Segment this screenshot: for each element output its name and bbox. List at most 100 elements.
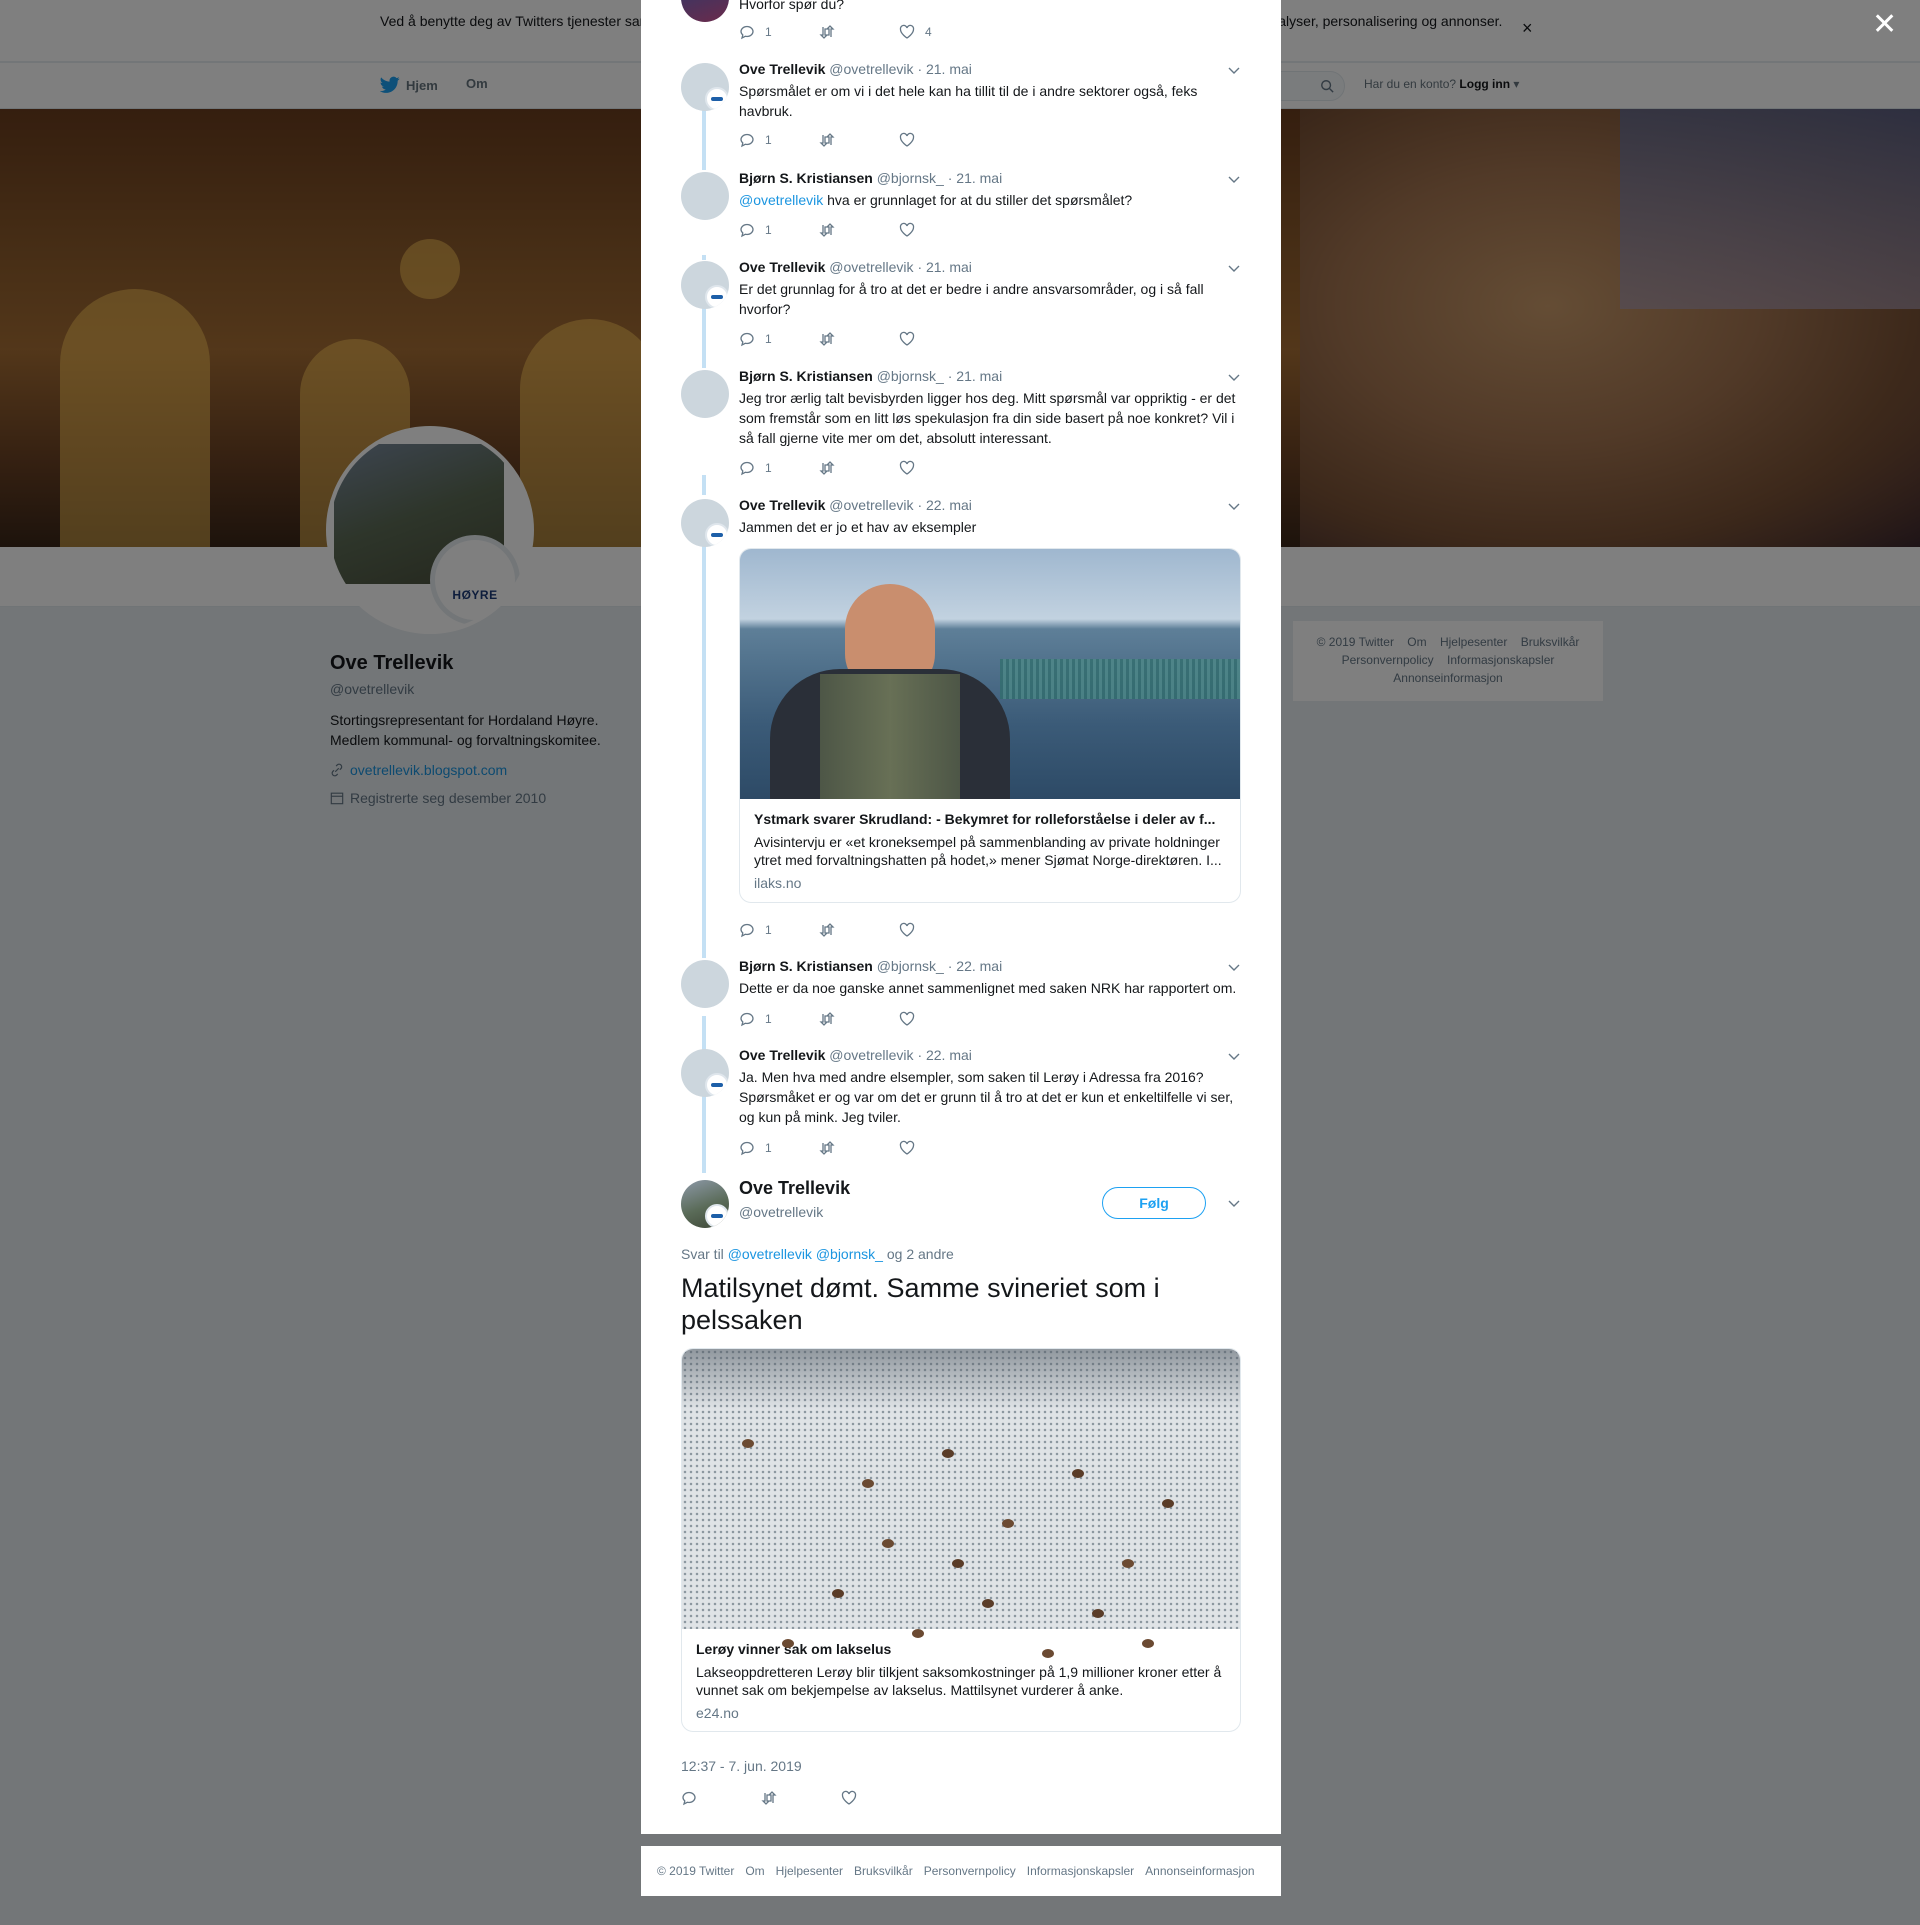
retweet-button[interactable] (819, 222, 899, 238)
like-button[interactable] (841, 1790, 921, 1806)
author-handle[interactable]: @ovetrellevik (829, 497, 913, 513)
retweet-button[interactable] (819, 460, 899, 476)
tweet-date[interactable]: · 22. mai (948, 958, 1002, 974)
author-name[interactable]: Ove Trellevik (739, 1178, 850, 1199)
like-button[interactable] (899, 922, 979, 938)
mention-link[interactable]: @ovetrellevik (728, 1246, 812, 1262)
tweet-date[interactable]: · 21. mai (948, 170, 1002, 186)
avatar[interactable] (681, 1180, 729, 1228)
avatar[interactable] (681, 63, 729, 111)
retweet-button[interactable] (819, 922, 899, 938)
tweet[interactable]: Ove Trellevik @ovetrellevik · 21. mai Sp… (681, 61, 1241, 158)
author-name[interactable]: Ove Trellevik (739, 1047, 825, 1063)
like-button[interactable] (899, 132, 979, 148)
tweet[interactable]: Ove Trellevik @ovetrellevik · 21. mai Er… (681, 259, 1241, 356)
author-name[interactable]: Ove Trellevik (739, 497, 825, 513)
reply-icon (740, 332, 754, 347)
retweet-button[interactable] (819, 1011, 899, 1027)
mention-link[interactable]: @ovetrellevik (739, 192, 823, 208)
like-button[interactable] (899, 1140, 979, 1156)
reply-icon (740, 1012, 754, 1027)
retweet-button[interactable] (819, 331, 899, 347)
tweet-text: @ovetrellevik hva er grunnlaget for at d… (739, 190, 1239, 210)
tweet[interactable]: Bjørn S. Kristiansen @bjornsk_ · 22. mai… (681, 958, 1241, 1030)
chevron-down-icon[interactable] (1227, 172, 1241, 186)
tweet-timestamp[interactable]: 12:37 - 7. jun. 2019 (681, 1758, 802, 1774)
like-button[interactable] (899, 1011, 979, 1027)
retweet-button[interactable] (819, 24, 899, 40)
footer-link[interactable]: Bruksvilkår (854, 1864, 913, 1878)
tweet-text: Spørsmålet er om vi i det hele kan ha ti… (739, 83, 1198, 119)
tweet-actions: 1 (739, 460, 979, 476)
author-handle[interactable]: @ovetrellevik (829, 1047, 913, 1063)
footer-link[interactable]: Informasjonskapsler (1027, 1864, 1134, 1878)
footer-link[interactable]: Personvernpolicy (924, 1864, 1016, 1878)
author-handle[interactable]: @bjornsk_ (877, 368, 944, 384)
chevron-down-icon[interactable] (1227, 499, 1241, 513)
like-button[interactable]: 4 (899, 24, 979, 40)
close-icon[interactable]: ✕ (1872, 10, 1897, 40)
tweet[interactable]: Bjørn S. Kristiansen @bjornsk_ · 21. mai… (681, 170, 1241, 252)
reply-button[interactable]: 1 (739, 222, 819, 238)
avatar[interactable] (681, 172, 729, 220)
tweet-date[interactable]: · 22. mai (917, 1047, 971, 1063)
reply-button[interactable] (681, 1790, 761, 1806)
author-name[interactable]: Ove Trellevik (739, 61, 825, 77)
like-button[interactable] (899, 222, 979, 238)
avatar[interactable] (681, 261, 729, 309)
tweet[interactable]: Hvorfor spør du? 1 4 (681, 0, 1241, 44)
footer-link[interactable]: Om (745, 1864, 764, 1878)
tweet-actions: 1 (739, 222, 979, 238)
author-name[interactable]: Bjørn S. Kristiansen (739, 958, 873, 974)
follow-button[interactable]: Følg (1102, 1187, 1206, 1219)
avatar[interactable] (681, 499, 729, 547)
reply-count: 1 (765, 1012, 772, 1026)
author-handle[interactable]: @ovetrellevik (829, 259, 913, 275)
tweet-text: Er det grunnlag for å tro at det er bedr… (739, 281, 1204, 317)
author-name[interactable]: Ove Trellevik (739, 259, 825, 275)
like-button[interactable] (899, 460, 979, 476)
chevron-down-icon[interactable] (1227, 1049, 1241, 1063)
author-handle[interactable]: @bjornsk_ (877, 170, 944, 186)
chevron-down-icon[interactable] (1227, 1196, 1241, 1210)
chevron-down-icon[interactable] (1227, 63, 1241, 77)
tweet-date[interactable]: · 21. mai (948, 368, 1002, 384)
tweet[interactable]: Bjørn S. Kristiansen @bjornsk_ · 21. mai… (681, 368, 1241, 485)
retweet-button[interactable] (819, 132, 899, 148)
heart-icon (899, 1011, 915, 1026)
author-name[interactable]: Bjørn S. Kristiansen (739, 170, 873, 186)
author-handle[interactable]: @ovetrellevik (829, 61, 913, 77)
tweet-date[interactable]: · 21. mai (917, 259, 971, 275)
tweet[interactable]: Ove Trellevik @ovetrellevik · 22. mai Ja… (681, 1047, 1241, 1164)
chevron-down-icon[interactable] (1227, 960, 1241, 974)
avatar[interactable] (681, 0, 729, 22)
reply-button[interactable]: 1 (739, 132, 819, 148)
retweet-icon (819, 25, 835, 39)
retweet-button[interactable] (819, 1140, 899, 1156)
link-card[interactable]: Lerøy vinner sak om lakselus Lakseoppdre… (681, 1348, 1241, 1732)
chevron-down-icon[interactable] (1227, 370, 1241, 384)
reply-button[interactable]: 1 (739, 1011, 819, 1027)
tweet-text: Hvorfor spør du? (739, 0, 845, 12)
like-button[interactable] (899, 331, 979, 347)
mention-link[interactable]: @bjornsk_ (816, 1246, 883, 1262)
footer-link[interactable]: Hjelpesenter (776, 1864, 843, 1878)
chevron-down-icon[interactable] (1227, 261, 1241, 275)
footer-link[interactable]: Annonseinformasjon (1145, 1864, 1254, 1878)
author-handle[interactable]: @bjornsk_ (877, 958, 944, 974)
tweet-date[interactable]: · 21. mai (917, 61, 971, 77)
avatar[interactable] (681, 960, 729, 1008)
tweet-text: Jammen det er jo et hav av eksempler (739, 519, 977, 535)
link-card[interactable]: Ystmark svarer Skrudland: - Bekymret for… (739, 548, 1241, 903)
retweet-button[interactable] (761, 1790, 841, 1806)
reply-button[interactable]: 1 (739, 460, 819, 476)
avatar[interactable] (681, 370, 729, 418)
reply-button[interactable]: 1 (739, 922, 819, 938)
avatar[interactable] (681, 1049, 729, 1097)
reply-button[interactable]: 1 (739, 1140, 819, 1156)
reply-button[interactable]: 1 (739, 331, 819, 347)
reply-button[interactable]: 1 (739, 24, 819, 40)
author-handle[interactable]: @ovetrellevik (739, 1204, 823, 1220)
tweet-date[interactable]: · 22. mai (917, 497, 971, 513)
author-name[interactable]: Bjørn S. Kristiansen (739, 368, 873, 384)
